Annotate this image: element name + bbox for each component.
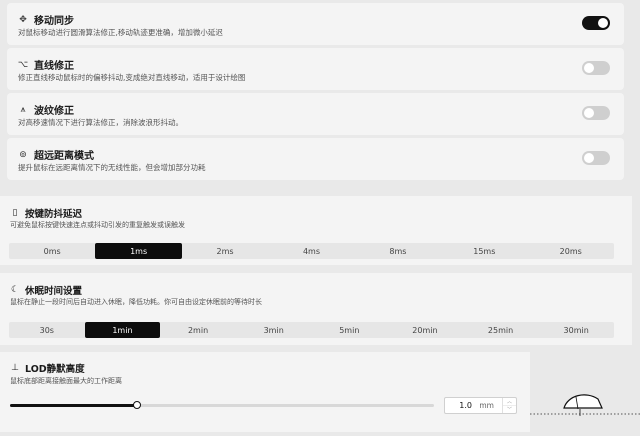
sleep-section: ☾ 休眠时间设置 鼠标在静止一段时间后自动进入休眠，降低功耗。你可自由设定休眠前的… (0, 273, 632, 345)
section-description: 鼠标在静止一段时间后自动进入休眠，降低功耗。你可自由设定休眠前的等待时长 (10, 298, 262, 306)
ripple-control-toggle[interactable] (582, 106, 610, 120)
long-range-mode-toggle[interactable] (582, 151, 610, 165)
setting-title: 直线修正 (34, 61, 74, 72)
debounce-option[interactable]: 2ms (182, 243, 268, 259)
wireless-icon: ⊚ (19, 149, 27, 160)
sleep-option[interactable]: 1min (84, 322, 161, 338)
sleep-option[interactable]: 2min (160, 322, 236, 338)
sleep-option[interactable]: 30s (9, 322, 85, 338)
setting-description: 提升鼠标在远距离情况下的无线性能，但会增加部分功耗 (18, 163, 206, 172)
section-title: LOD静默高度 (25, 364, 85, 375)
setting-title: 波纹修正 (34, 106, 74, 117)
setting-long-range-mode: ⊚ 超远距离模式 提升鼠标在远距离情况下的无线性能，但会增加部分功耗 (7, 138, 624, 180)
setting-description: 修正直线移动鼠标时的偏移抖动,变成绝对直线移动，适用于设计绘图 (18, 73, 246, 82)
section-title: 休眠时间设置 (25, 286, 83, 297)
lod-stepper: ︿ ﹀ (502, 398, 516, 413)
lod-section: ⊥ LOD静默高度 鼠标底部距离接触面最大的工作距离 1.0 mm ︿ ﹀ (0, 352, 530, 432)
debounce-options: 0ms 1ms 2ms 4ms 8ms 15ms 20ms (9, 243, 614, 259)
lod-illustration (530, 351, 640, 436)
increment-button[interactable]: ︿ (503, 398, 516, 405)
debounce-option[interactable]: 8ms (355, 243, 441, 259)
debounce-section: ▯ 按键防抖延迟 可避免鼠标按键快速连点或抖动引发的重复触发或误触发 0ms 1ms… (0, 196, 632, 265)
lod-value-input[interactable]: 1.0 mm ︿ ﹀ (444, 397, 517, 414)
moon-icon: ☾ (10, 285, 20, 295)
debounce-option[interactable]: 20ms (528, 243, 614, 259)
ripple-icon: ⩚ (20, 104, 26, 115)
toggle-knob (584, 63, 594, 73)
lod-value: 1.0 (459, 401, 472, 410)
section-title: 按键防抖延迟 (25, 209, 83, 220)
debounce-option[interactable]: 15ms (441, 243, 527, 259)
sleep-option[interactable]: 3min (236, 322, 312, 338)
setting-title: 超远距离模式 (34, 151, 94, 162)
toggle-knob (584, 108, 594, 118)
mouse-side-illustration (530, 394, 640, 416)
move-icon: ✥ (19, 14, 27, 25)
angle-snapping-toggle[interactable] (582, 61, 610, 75)
setting-description: 对高移速情况下进行算法修正，消除波浪形抖动。 (18, 118, 183, 127)
debounce-option[interactable]: 0ms (9, 243, 95, 259)
lod-slider-fill (10, 404, 138, 407)
setting-ripple-control: ⩚ 波纹修正 对高移速情况下进行算法修正，消除波浪形抖动。 (7, 93, 624, 135)
setting-title: 移动同步 (34, 16, 74, 27)
height-icon: ⊥ (11, 363, 19, 373)
sleep-option[interactable]: 25min (463, 322, 539, 338)
setting-motion-sync: ✥ 移动同步 对鼠标移动进行圆滑算法修正,移动轨迹更准确，增加微小延迟 (7, 3, 624, 45)
section-description: 鼠标底部距离接触面最大的工作距离 (10, 377, 122, 385)
lod-unit: mm (479, 401, 494, 410)
motion-sync-toggle[interactable] (582, 16, 610, 30)
setting-description: 对鼠标移动进行圆滑算法修正,移动轨迹更准确，增加微小延迟 (18, 28, 223, 37)
section-description: 可避免鼠标按键快速连点或抖动引发的重复触发或误触发 (10, 221, 185, 229)
setting-angle-snapping: ⌥ 直线修正 修正直线移动鼠标时的偏移抖动,变成绝对直线移动，适用于设计绘图 (7, 48, 624, 90)
lod-slider[interactable] (10, 401, 434, 409)
sleep-options: 30s 1min 2min 3min 5min 20min 25min 30min (9, 322, 614, 338)
toggle-knob (598, 18, 608, 28)
mouse-icon: ▯ (12, 208, 18, 218)
sleep-option[interactable]: 5min (312, 322, 388, 338)
sleep-option[interactable]: 30min (538, 322, 614, 338)
debounce-option[interactable]: 1ms (95, 243, 182, 259)
sleep-option[interactable]: 20min (387, 322, 463, 338)
decrement-button[interactable]: ﹀ (503, 405, 516, 413)
lod-slider-handle[interactable] (133, 401, 142, 409)
debounce-option[interactable]: 4ms (268, 243, 354, 259)
toggle-knob (584, 153, 594, 163)
angle-snap-icon: ⌥ (17, 59, 29, 70)
